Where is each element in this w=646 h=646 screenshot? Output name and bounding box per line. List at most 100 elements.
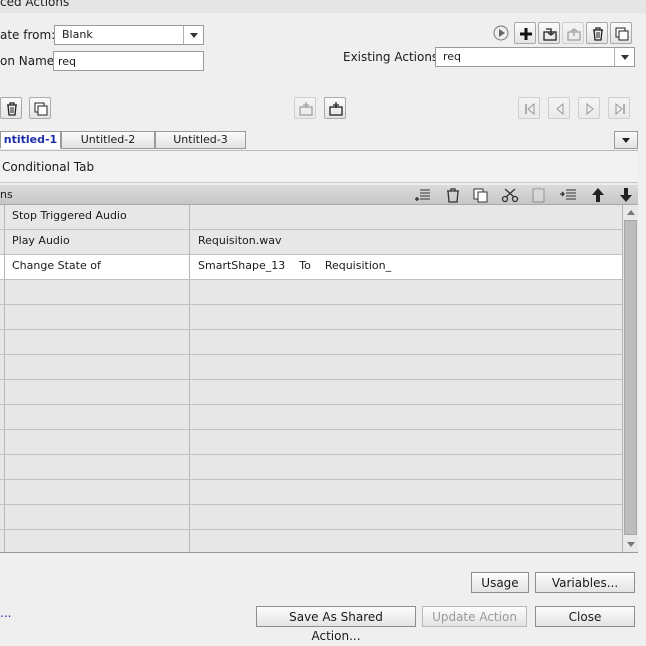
action-cell[interactable]: Play Audio [5,230,190,254]
last-decision-button[interactable] [608,97,630,119]
action-name-input[interactable] [54,52,203,70]
table-row[interactable]: Play Audio Requisiton.wav [0,230,622,255]
table-row[interactable] [0,455,622,480]
table-row-selected[interactable]: Change State of SmartShape_13 To Requisi… [0,255,622,280]
tab-untitled-2[interactable]: Untitled-2 [61,131,155,149]
table-row[interactable] [0,480,622,505]
window-title: ced Actions [0,0,70,9]
target-cell[interactable] [191,280,622,304]
target-cell[interactable] [191,380,622,404]
move-up-icon[interactable] [589,186,607,204]
update-action-button[interactable]: Update Action [422,606,527,627]
target-cell[interactable] [191,455,622,479]
target-cell[interactable] [191,530,622,552]
paste-icon[interactable] [530,186,548,204]
target-cell[interactable] [191,480,622,504]
action-cell[interactable] [5,380,190,404]
table-row[interactable] [0,505,622,530]
conditional-tab-label[interactable]: Conditional Tab [2,160,94,174]
save-as-shared-action-button[interactable]: Save As Shared Action... [256,606,416,643]
table-row[interactable] [0,530,622,552]
duplicate-action-button[interactable] [610,22,632,44]
preview-action-button[interactable] [490,22,512,44]
table-row[interactable] [0,305,622,330]
previous-decision-button[interactable] [548,97,570,119]
action-cell[interactable] [5,430,190,454]
delete-icon[interactable] [444,186,462,204]
chevron-down-icon[interactable] [183,26,203,44]
cut-icon[interactable] [501,186,519,204]
close-button[interactable]: Close [535,606,635,627]
action-cell[interactable] [5,330,190,354]
table-row[interactable] [0,405,622,430]
table-row[interactable] [0,380,622,405]
existing-actions-value: req [443,50,462,63]
grid-scrollbar[interactable] [622,205,638,553]
play-icon [493,25,509,41]
first-decision-button[interactable] [518,97,540,119]
target-cell[interactable] [191,305,622,329]
insert-decision-before-button[interactable] [294,97,316,119]
insert-row-icon[interactable] [559,186,577,204]
tab-untitled-1[interactable]: ntitled-1 [0,131,61,149]
actions-header-label: ns [0,188,13,201]
create-from-value: Blank [62,28,93,41]
export-action-button[interactable] [562,22,584,44]
duplicate-decision-button[interactable] [29,97,51,119]
variables-button[interactable]: Variables... [535,572,635,593]
action-cell[interactable] [5,530,190,552]
target-cell[interactable] [191,430,622,454]
scrollbar-thumb[interactable] [624,220,637,535]
target-cell[interactable]: Requisiton.wav [191,230,622,254]
delete-action-button[interactable] [586,22,608,44]
action-cell[interactable]: Change State of [5,255,190,279]
move-down-icon[interactable] [617,186,635,204]
state-to-label: To [299,259,311,272]
action-cell[interactable] [5,505,190,529]
insert-before-icon [299,102,313,116]
table-row[interactable] [0,430,622,455]
next-decision-button[interactable] [578,97,600,119]
action-cell[interactable] [5,355,190,379]
usage-button[interactable]: Usage [471,572,529,593]
copy-icon[interactable] [472,186,490,204]
conditional-tab-row: Conditional Tab [0,150,638,183]
target-cell[interactable] [191,405,622,429]
chevron-down-icon[interactable] [614,48,634,66]
first-icon [525,102,535,116]
delete-decision-button[interactable] [0,97,22,119]
target-cell[interactable] [191,205,622,229]
import-action-button[interactable] [538,22,560,44]
action-cell[interactable] [5,480,190,504]
action-name-field[interactable] [53,51,204,71]
add-action-button[interactable] [514,22,536,44]
state-value: Requisition_ [324,259,392,272]
action-cell[interactable] [5,405,190,429]
table-row[interactable] [0,330,622,355]
action-name-label: on Name: [0,54,59,68]
action-cell[interactable]: Stop Triggered Audio [5,205,190,229]
action-cell[interactable] [5,280,190,304]
delete-icon [593,27,603,41]
next-icon [586,102,594,116]
target-cell[interactable] [191,355,622,379]
scroll-up-icon[interactable] [624,205,637,219]
action-cell[interactable] [5,305,190,329]
tab-untitled-3[interactable]: Untitled-3 [155,131,246,149]
create-from-select[interactable]: Blank [54,25,204,45]
table-row[interactable] [0,355,622,380]
add-row-icon[interactable] [414,186,432,204]
tabs-dropdown-button[interactable] [614,131,638,149]
previous-icon [556,102,564,116]
scroll-down-icon[interactable] [624,538,637,552]
insert-decision-after-button[interactable] [324,97,346,119]
existing-actions-select[interactable]: req [435,47,635,67]
table-row[interactable]: Stop Triggered Audio [0,205,622,230]
table-row[interactable] [0,280,622,305]
target-cell[interactable]: SmartShape_13 To Requisition_ [191,255,622,279]
action-cell[interactable] [5,455,190,479]
more-link[interactable]: ... [0,606,11,620]
export-icon [567,28,581,41]
target-cell[interactable] [191,505,622,529]
target-cell[interactable] [191,330,622,354]
